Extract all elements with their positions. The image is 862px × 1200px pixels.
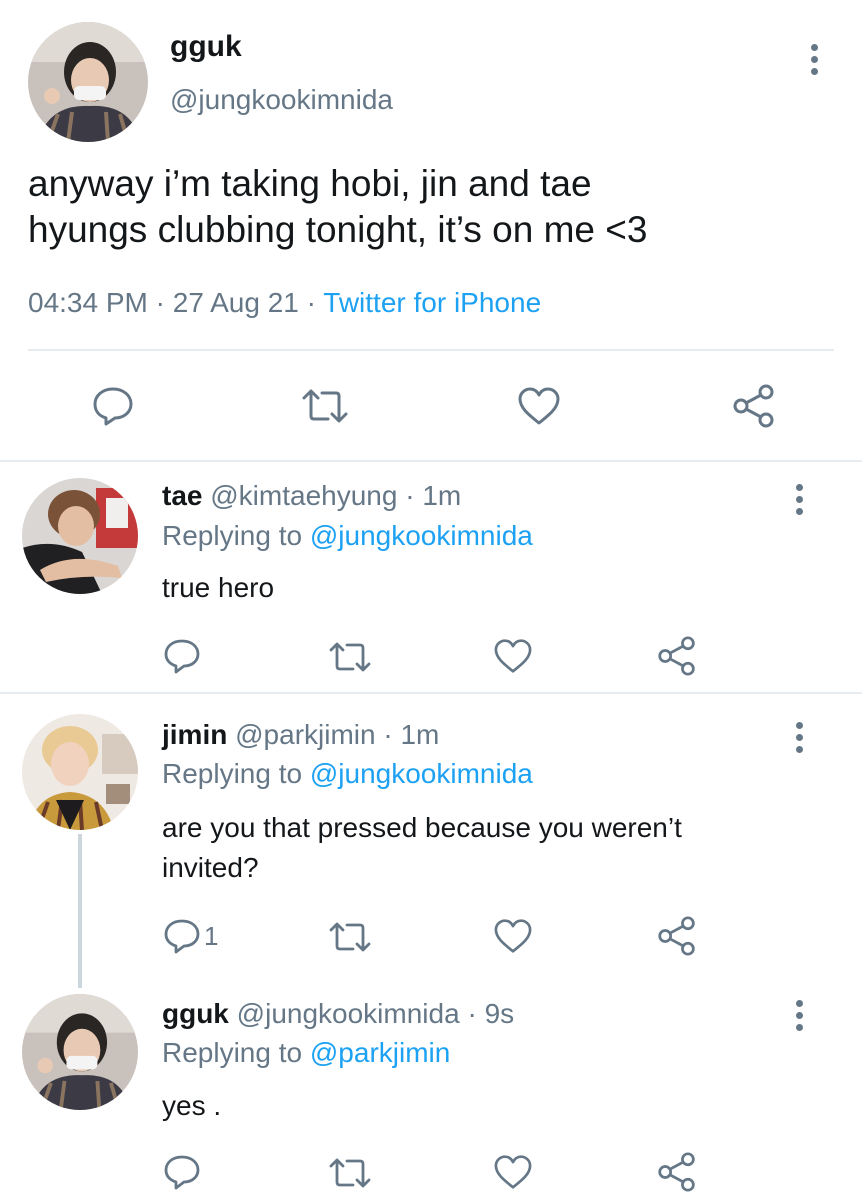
reply-avatar[interactable] [22, 478, 138, 594]
more-options-icon[interactable] [793, 722, 805, 753]
share-icon[interactable] [732, 384, 776, 428]
reply-icon[interactable] [163, 638, 201, 674]
share-icon[interactable] [657, 916, 697, 956]
replying-to-link[interactable]: @jungkookimnida [310, 520, 533, 551]
replying-to-line: Replying to @parkjimin [162, 1035, 450, 1071]
heart-icon[interactable] [493, 638, 533, 674]
meta-separator: · [467, 998, 477, 1029]
reply-avatar[interactable] [22, 714, 138, 830]
reply-text-line-2: invited? [162, 852, 259, 883]
meta-separator: · [383, 719, 393, 750]
retweet-icon[interactable] [328, 921, 372, 953]
reply-time: 9s [484, 998, 515, 1029]
reply-icon[interactable] [163, 1154, 201, 1190]
reply-text: true hero [162, 572, 275, 603]
replying-to-prefix: Replying to [162, 758, 303, 789]
retweet-icon[interactable] [328, 1157, 372, 1189]
divider [0, 460, 862, 462]
reply-header: jimin @parkjimin · 1m [162, 717, 439, 753]
replying-to-line: Replying to @jungkookimnida [162, 518, 533, 554]
more-options-icon[interactable] [793, 1000, 805, 1031]
more-options-icon[interactable] [808, 44, 820, 75]
main-tweet-avatar[interactable] [28, 22, 148, 142]
divider [0, 692, 862, 694]
reply-time: 1m [422, 480, 462, 511]
reply-header: gguk @jungkookimnida · 9s [162, 996, 514, 1032]
replying-to-prefix: Replying to [162, 1037, 303, 1068]
meta-separator: · [405, 480, 415, 511]
main-tweet-handle[interactable]: @jungkookimnida [170, 84, 393, 116]
divider [28, 349, 834, 351]
tweet-time: 04:34 PM [28, 287, 148, 318]
reply-author-handle[interactable]: @jungkookimnida [237, 998, 460, 1029]
replying-to-line: Replying to @jungkookimnida [162, 756, 533, 792]
reply-author-handle[interactable]: @parkjimin [235, 719, 375, 750]
retweet-icon[interactable] [328, 641, 372, 673]
reply-author-name[interactable]: jimin [162, 719, 227, 750]
share-icon[interactable] [657, 636, 697, 676]
meta-separator: · [155, 287, 165, 318]
thread-connector-line [78, 834, 82, 988]
reply-icon[interactable] [92, 386, 134, 426]
share-icon[interactable] [657, 1152, 697, 1192]
tweet-source-link[interactable]: Twitter for iPhone [323, 287, 541, 318]
meta-separator: · [306, 287, 316, 318]
reply-author-name[interactable]: tae [162, 480, 202, 511]
main-tweet-text-line-1: anyway i’m taking hobi, jin and tae [28, 163, 592, 204]
reply-count: 1 [204, 921, 219, 951]
tweet-date: 27 Aug 21 [172, 287, 299, 318]
replying-to-link[interactable]: @jungkookimnida [310, 758, 533, 789]
reply-text: yes . [162, 1090, 222, 1121]
reply-header: tae @kimtaehyung · 1m [162, 478, 461, 514]
heart-icon[interactable] [493, 918, 533, 954]
heart-icon[interactable] [493, 1154, 533, 1190]
main-tweet-meta: 04:34 PM · 27 Aug 21 · Twitter for iPhon… [28, 285, 541, 321]
reply-text-line-1: are you that pressed because you weren’t [162, 812, 682, 843]
heart-icon[interactable] [517, 386, 561, 426]
retweet-icon[interactable] [300, 388, 350, 424]
reply-avatar[interactable] [22, 994, 138, 1110]
reply-icon[interactable] [163, 918, 201, 954]
more-options-icon[interactable] [793, 484, 805, 515]
main-tweet-text-line-2: hyungs clubbing tonight, it’s on me <3 [28, 209, 648, 250]
main-tweet-name[interactable]: gguk [170, 30, 242, 64]
reply-author-name[interactable]: gguk [162, 998, 229, 1029]
replying-to-link[interactable]: @parkjimin [310, 1037, 450, 1068]
replying-to-prefix: Replying to [162, 520, 303, 551]
reply-time: 1m [400, 719, 440, 750]
reply-author-handle[interactable]: @kimtaehyung [210, 480, 397, 511]
